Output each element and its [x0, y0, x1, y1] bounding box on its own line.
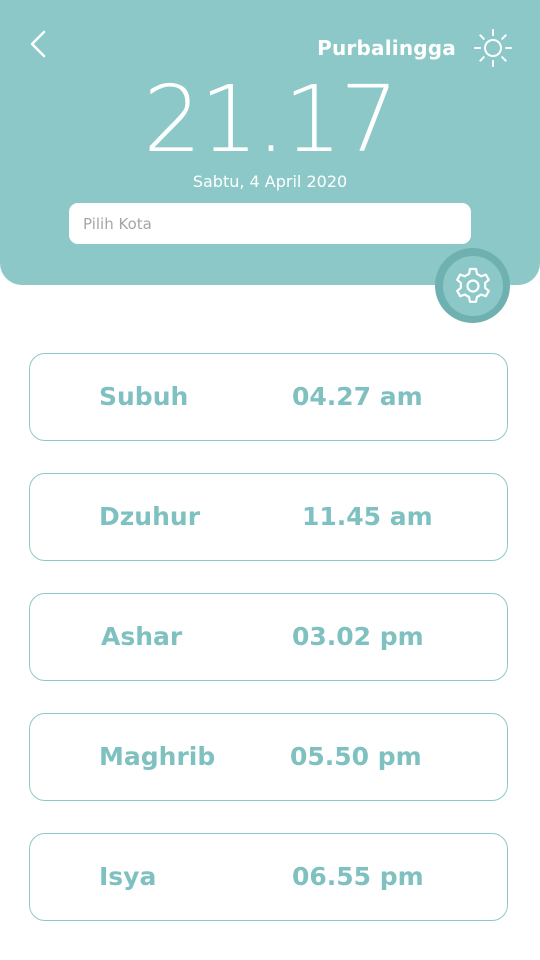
- city-search-input[interactable]: [69, 203, 471, 244]
- prayer-time: 06.55 pm: [292, 862, 424, 891]
- prayer-card-isya: Isya 06.55 pm: [29, 833, 508, 921]
- current-date: Sabtu, 4 April 2020: [192, 172, 348, 191]
- settings-button[interactable]: [435, 248, 510, 323]
- current-time: 21.17: [143, 66, 398, 173]
- gear-icon: [455, 267, 490, 303]
- city-name: Purbalingga: [317, 36, 456, 60]
- prayer-time: 04.27 am: [292, 382, 423, 411]
- prayer-name: Maghrib: [99, 742, 216, 771]
- back-button[interactable]: [26, 28, 54, 60]
- prayer-time: 03.02 pm: [292, 622, 424, 651]
- prayer-card-dzuhur: Dzuhur 11.45 am: [29, 473, 508, 561]
- prayer-name: Isya: [99, 862, 157, 891]
- prayer-time: 11.45 am: [302, 502, 433, 531]
- prayer-card-maghrib: Maghrib 05.50 pm: [29, 713, 508, 801]
- theme-toggle-button[interactable]: [473, 28, 513, 68]
- prayer-card-subuh: Subuh 04.27 am: [29, 353, 508, 441]
- prayer-name: Dzuhur: [99, 502, 201, 531]
- settings-button-inner: [442, 255, 503, 316]
- prayer-name: Subuh: [99, 382, 189, 411]
- prayer-time: 05.50 pm: [290, 742, 422, 771]
- chevron-left-icon: [30, 30, 46, 58]
- sun-icon: [474, 29, 512, 67]
- prayer-card-ashar: Ashar 03.02 pm: [29, 593, 508, 681]
- prayer-name: Ashar: [101, 622, 183, 651]
- header: Purbalingga 21.17 Sabtu, 4 April 2020: [0, 0, 540, 285]
